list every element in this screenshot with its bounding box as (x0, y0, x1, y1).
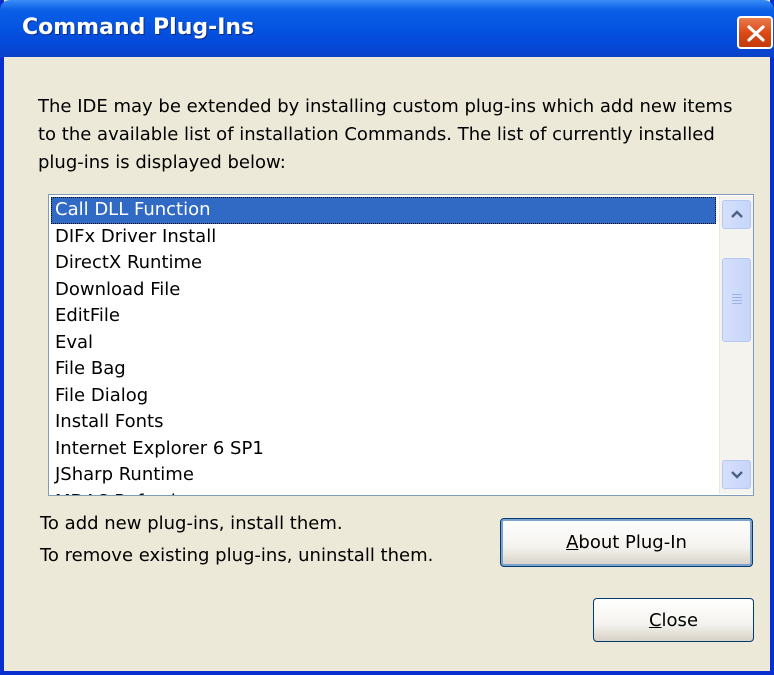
about-plugin-button[interactable]: About Plug-In (500, 518, 753, 567)
scroll-down-arrow-icon (731, 471, 743, 479)
window-close-button[interactable] (737, 16, 773, 49)
close-button[interactable]: Close (593, 598, 754, 642)
scroll-up-arrow-icon (731, 210, 743, 218)
command-plugins-dialog: Command Plug-Ins The IDE may be extended… (0, 0, 774, 675)
about-label: bout Plug-In (578, 532, 687, 553)
plugin-list-item[interactable]: DIFx Driver Install (51, 224, 716, 251)
plugin-list-item[interactable]: Install Fonts (51, 409, 716, 436)
plugin-list-item[interactable]: MDAC Refresh (51, 489, 716, 496)
scroll-down-button[interactable] (722, 460, 751, 489)
dialog-description: The IDE may be extended by installing cu… (38, 96, 733, 173)
close-x-icon (747, 25, 765, 42)
plugin-list-items: Call DLL Function DIFx Driver Install Dire… (51, 197, 716, 496)
remove-plugins-hint: To remove existing plug-ins, uninstall t… (40, 545, 434, 566)
plugin-list-item[interactable]: File Bag (51, 356, 716, 383)
plugin-list[interactable]: Call DLL Function DIFx Driver Install Dire… (48, 194, 754, 496)
plugin-list-item[interactable]: JSharp Runtime (51, 462, 716, 489)
plugin-list-item[interactable]: EditFile (51, 303, 716, 330)
plugin-list-item[interactable]: Call DLL Function (51, 197, 716, 224)
add-plugins-hint: To add new plug-ins, install them. (40, 513, 343, 534)
close-accelerator: C (648, 610, 662, 631)
plugin-list-item[interactable]: Eval (51, 330, 716, 357)
scroll-thumb[interactable] (722, 258, 751, 342)
window-title: Command Plug-Ins (22, 15, 255, 40)
scroll-up-button[interactable] (722, 200, 751, 229)
scroll-grip-icon (732, 294, 742, 305)
close-label: lose (661, 610, 699, 631)
list-scrollbar[interactable] (719, 196, 753, 494)
plugin-list-item[interactable]: Internet Explorer 6 SP1 (51, 436, 716, 463)
title-bar[interactable]: Command Plug-Ins (0, 0, 774, 57)
plugin-list-item[interactable]: DirectX Runtime (51, 250, 716, 277)
plugin-list-item[interactable]: File Dialog (51, 383, 716, 410)
about-accelerator: A (566, 532, 579, 553)
plugin-list-item[interactable]: Download File (51, 277, 716, 304)
